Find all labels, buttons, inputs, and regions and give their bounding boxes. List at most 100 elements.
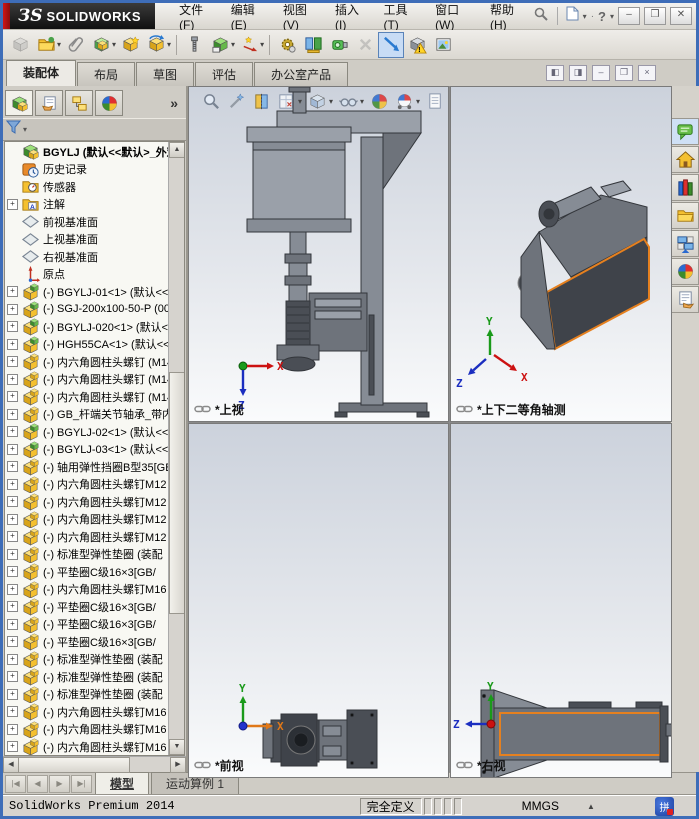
view-palette-button[interactable]: [671, 230, 699, 257]
tree-row[interactable]: + (-) 内六角圆柱头螺钉M16: [5, 721, 169, 738]
scroll-up-button[interactable]: ▲: [169, 142, 184, 158]
view-orientation-dropdown-icon[interactable]: ▾: [298, 97, 302, 106]
expand-icon[interactable]: +: [7, 321, 18, 333]
close-button[interactable]: ✕: [670, 7, 692, 25]
zoom-to-fit-button[interactable]: [200, 90, 222, 112]
reference-geometry-button[interactable]: [300, 32, 326, 58]
filter-dropdown-icon[interactable]: ▾: [23, 125, 27, 134]
graphics-area[interactable]: ▾ ▾ ▾ ▾ X Z *上视 Y X Z *上下二等角轴测 Y X *前视 Y…: [188, 86, 672, 778]
fm-tab-propertymanager[interactable]: [35, 90, 63, 116]
viewport-top[interactable]: X Z *上视: [188, 86, 449, 422]
insert-component-button[interactable]: [7, 32, 33, 58]
rotate-component-dropdown-icon[interactable]: ▾: [167, 40, 171, 49]
tree-row[interactable]: + (-) 标准型弹性垫圈 (装配: [5, 668, 169, 686]
expand-icon[interactable]: +: [7, 496, 18, 508]
doc-restore-button[interactable]: ❒: [615, 65, 633, 81]
tab-布局[interactable]: 布局: [77, 62, 136, 86]
study-nav-button-1[interactable]: ◀: [27, 775, 48, 793]
expand-icon[interactable]: +: [7, 373, 18, 385]
expand-icon[interactable]: +: [7, 426, 18, 438]
tree-row[interactable]: +上视基准面: [5, 231, 169, 249]
tree-row[interactable]: + (-) 平垫圈C级16×3[GB/: [5, 598, 169, 616]
tree-horizontal-scrollbar[interactable]: ◀ ▶: [3, 756, 186, 773]
expand-icon[interactable]: +: [7, 601, 18, 613]
tree-row[interactable]: +BGYLJ (默认<<默认>_外观 显: [5, 143, 169, 161]
external-references-button[interactable]: [207, 32, 233, 58]
search-icon[interactable]: [533, 6, 549, 27]
disabled-tool-button[interactable]: [352, 32, 378, 58]
horizontal-scroll-thumb[interactable]: [18, 757, 130, 773]
restore-button[interactable]: ❒: [644, 7, 666, 25]
mate-button[interactable]: [88, 32, 114, 58]
doc-pane-left-button[interactable]: ◧: [546, 65, 564, 81]
move-component-button[interactable]: [236, 32, 262, 58]
expand-icon[interactable]: +: [7, 583, 18, 595]
expand-icon[interactable]: +: [7, 723, 18, 735]
expand-icon[interactable]: +: [7, 706, 18, 718]
ime-indicator-icon[interactable]: 拼: [655, 796, 674, 816]
tree-row[interactable]: + (-) 轴用弹性挡圈B型35[GB: [5, 458, 169, 476]
minimize-button[interactable]: –: [618, 7, 640, 25]
section-view-button[interactable]: [250, 90, 272, 112]
tree-row[interactable]: + (-) 内六角圆柱头螺钉M12: [5, 476, 169, 493]
tree-row[interactable]: + (-) HGH55CA<1> (默认<<默: [5, 336, 169, 353]
home-button[interactable]: [671, 146, 699, 173]
expand-icon[interactable]: +: [7, 461, 18, 473]
expand-icon[interactable]: +: [7, 636, 18, 648]
edit-appearance-button[interactable]: [368, 90, 390, 112]
new-motion-study-button[interactable]: [326, 32, 352, 58]
zoom-to-area-button[interactable]: [225, 90, 247, 112]
expand-icon[interactable]: +: [7, 566, 18, 578]
tree-row[interactable]: + (-) 平垫圈C级16×3[GB/: [5, 633, 169, 651]
tree-row[interactable]: + (-) 内六角圆柱头螺钉 (M14: [5, 371, 169, 388]
tree-vertical-scrollbar[interactable]: ▲ ▼: [168, 142, 184, 755]
help-dropdown-icon[interactable]: ▾: [610, 12, 614, 21]
view-settings-button[interactable]: [424, 90, 446, 112]
expand-icon[interactable]: +: [7, 286, 18, 298]
expand-icon[interactable]: +: [7, 198, 18, 210]
tab-办公室产品[interactable]: 办公室产品: [254, 62, 349, 86]
help-icon[interactable]: ?: [598, 9, 606, 24]
tree-row[interactable]: + (-) 平垫圈C级16×3[GB/: [5, 616, 169, 633]
tree-row[interactable]: + (-) 内六角圆柱头螺钉M16: [5, 581, 169, 598]
doc-pane-right-button[interactable]: ◨: [569, 65, 587, 81]
expand-icon[interactable]: +: [7, 338, 18, 350]
tree-row[interactable]: + A 注解: [5, 196, 169, 214]
viewport-isometric[interactable]: Y X Z *上下二等角轴测: [450, 86, 672, 422]
tree-row[interactable]: + (-) 标准型弹性垫圈 (装配: [5, 546, 169, 563]
expand-icon[interactable]: +: [7, 408, 18, 420]
insert-components-button[interactable]: [117, 32, 143, 58]
view-orientation-button[interactable]: [275, 90, 297, 112]
expand-icon[interactable]: +: [7, 548, 18, 560]
tab-草图[interactable]: 草图: [136, 62, 195, 86]
display-style-dropdown-icon[interactable]: ▾: [329, 97, 333, 106]
fm-tab-configurationmanager[interactable]: [65, 90, 93, 116]
tree-row[interactable]: + (-) 内六角圆柱头螺钉M12: [5, 511, 169, 528]
panel-overflow-chevron[interactable]: »: [164, 95, 184, 111]
solidworks-resources-button[interactable]: [671, 118, 699, 145]
tree-row[interactable]: + (-) BGYLJ-020<1> (默认<: [5, 318, 169, 336]
viewport-right[interactable]: Y Z *右视: [450, 423, 672, 778]
tree-row[interactable]: + (-) 内六角圆柱头螺钉 (M14: [5, 388, 169, 406]
tree-row[interactable]: + (-) 内六角圆柱头螺钉M16: [5, 738, 169, 755]
expand-icon[interactable]: +: [7, 653, 18, 665]
expand-icon[interactable]: +: [7, 356, 18, 368]
tree-row[interactable]: + (-) 内六角圆柱头螺钉M12: [5, 493, 169, 511]
custom-properties-button[interactable]: [671, 286, 699, 313]
expand-icon[interactable]: +: [7, 688, 18, 700]
smart-fasteners-button[interactable]: [181, 32, 207, 58]
new-document-dropdown-icon[interactable]: ▾: [583, 12, 587, 21]
viewport-front[interactable]: Y X *前视: [188, 423, 449, 778]
tree-row[interactable]: + (-) 内六角圆柱头螺钉M16: [5, 703, 169, 721]
expand-icon[interactable]: +: [7, 391, 18, 403]
doc-close-button[interactable]: ×: [638, 65, 656, 81]
tree-row[interactable]: +前视基准面: [5, 213, 169, 231]
expand-icon[interactable]: +: [7, 671, 18, 683]
units-label[interactable]: MMGS: [522, 799, 559, 813]
new-document-icon[interactable]: [566, 6, 579, 26]
expand-icon[interactable]: +: [7, 513, 18, 525]
tree-row[interactable]: + (-) 内六角圆柱头螺钉 (M14: [5, 353, 169, 371]
rotate-component-button[interactable]: [143, 32, 169, 58]
vertical-scroll-thumb[interactable]: [169, 372, 184, 614]
scroll-left-button[interactable]: ◀: [3, 757, 19, 773]
